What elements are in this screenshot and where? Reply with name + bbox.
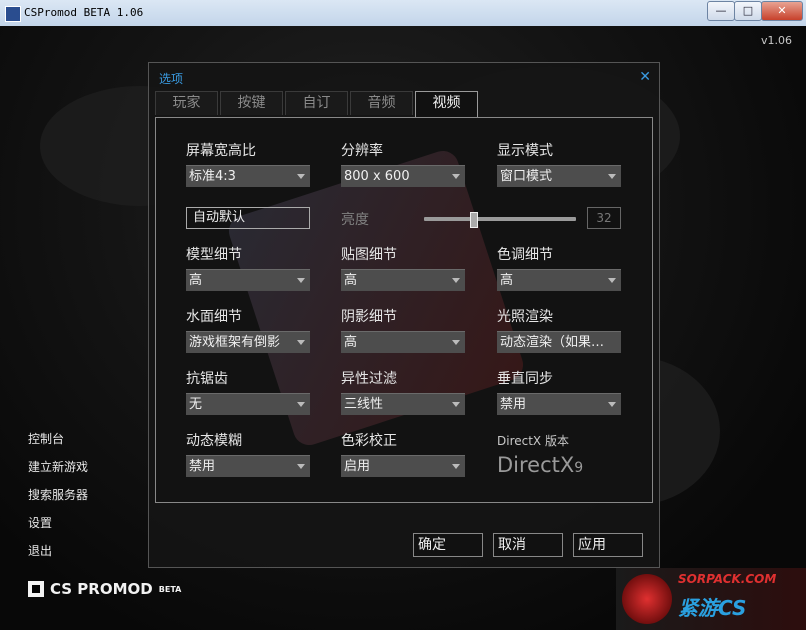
app-icon bbox=[5, 6, 21, 22]
menu-quit[interactable]: 退出 bbox=[28, 542, 88, 570]
watermark-logo-icon bbox=[622, 574, 672, 624]
shader-detail-value: 高 bbox=[500, 273, 514, 288]
cancel-button[interactable]: 取消 bbox=[493, 533, 563, 557]
watermark-text: 紧游CS bbox=[678, 596, 747, 620]
motion-blur-value: 禁用 bbox=[189, 459, 216, 474]
chevron-down-icon bbox=[297, 174, 305, 179]
chevron-down-icon bbox=[297, 340, 305, 345]
model-detail-select[interactable]: 高 bbox=[186, 269, 310, 291]
resolution-value: 800 x 600 bbox=[344, 169, 410, 184]
tab-custom[interactable]: 自订 bbox=[285, 91, 348, 115]
dialog-close-icon[interactable]: ✕ bbox=[639, 69, 651, 85]
vsync-select[interactable]: 禁用 bbox=[497, 393, 621, 415]
anisotropic-filter-label: 异性过滤 bbox=[341, 371, 397, 387]
anisotropic-filter-value: 三线性 bbox=[344, 397, 384, 412]
options-dialog: 选项 ✕ 玩家 按键 自订 音频 视频 屏幕宽高比 标准4:3 分辨率 800 … bbox=[148, 62, 660, 568]
antialiasing-label: 抗锯齿 bbox=[186, 371, 228, 387]
auto-default-button[interactable]: 自动默认 bbox=[186, 207, 310, 229]
shader-detail-select[interactable]: 高 bbox=[497, 269, 621, 291]
lighting-label: 光照渲染 bbox=[497, 309, 553, 325]
chevron-down-icon bbox=[452, 402, 460, 407]
texture-detail-label: 贴图细节 bbox=[341, 247, 397, 263]
chevron-down-icon bbox=[297, 464, 305, 469]
chevron-down-icon bbox=[452, 174, 460, 179]
vsync-label: 垂直同步 bbox=[497, 371, 553, 387]
video-settings-panel: 屏幕宽高比 标准4:3 分辨率 800 x 600 显示模式 窗口模式 自动默认… bbox=[155, 117, 653, 503]
chevron-down-icon bbox=[608, 174, 616, 179]
resolution-label: 分辨率 bbox=[341, 143, 383, 159]
display-mode-label: 显示模式 bbox=[497, 143, 553, 159]
directx-logo: DirectX9 bbox=[497, 453, 583, 477]
water-detail-label: 水面细节 bbox=[186, 309, 242, 325]
chevron-down-icon bbox=[452, 278, 460, 283]
lighting-select[interactable]: 动态渲染（如果… bbox=[497, 331, 621, 353]
brightness-slider[interactable] bbox=[424, 217, 576, 221]
aspect-ratio-value: 标准4:3 bbox=[189, 169, 236, 184]
model-detail-value: 高 bbox=[189, 273, 203, 288]
chevron-down-icon bbox=[452, 340, 460, 345]
antialiasing-value: 无 bbox=[189, 397, 203, 412]
chevron-down-icon bbox=[608, 278, 616, 283]
chevron-down-icon bbox=[608, 402, 616, 407]
cs-logo-icon bbox=[28, 581, 44, 597]
directx-logo-text: DirectX bbox=[497, 453, 575, 477]
brightness-label: 亮度 bbox=[341, 212, 369, 228]
color-correction-label: 色彩校正 bbox=[341, 433, 397, 449]
antialiasing-select[interactable]: 无 bbox=[186, 393, 310, 415]
brightness-slider-thumb[interactable] bbox=[469, 212, 478, 228]
brand-name: CS PROMOD bbox=[50, 580, 153, 598]
close-button[interactable]: ✕ bbox=[761, 1, 803, 21]
texture-detail-value: 高 bbox=[344, 273, 358, 288]
vsync-value: 禁用 bbox=[500, 397, 527, 412]
tab-audio[interactable]: 音频 bbox=[350, 91, 413, 115]
aspect-ratio-select[interactable]: 标准4:3 bbox=[186, 165, 310, 187]
texture-detail-select[interactable]: 高 bbox=[341, 269, 465, 291]
apply-button[interactable]: 应用 bbox=[573, 533, 643, 557]
motion-blur-select[interactable]: 禁用 bbox=[186, 455, 310, 477]
shadow-detail-label: 阴影细节 bbox=[341, 309, 397, 325]
resolution-select[interactable]: 800 x 600 bbox=[341, 165, 465, 187]
dialog-title: 选项 bbox=[159, 72, 184, 86]
color-correction-value: 启用 bbox=[344, 459, 371, 474]
brightness-value: 32 bbox=[587, 207, 621, 229]
chevron-down-icon bbox=[297, 402, 305, 407]
chevron-down-icon bbox=[452, 464, 460, 469]
ok-button[interactable]: 确定 bbox=[413, 533, 483, 557]
version-label: v1.06 bbox=[760, 34, 792, 47]
menu-find-servers[interactable]: 搜索服务器 bbox=[28, 486, 88, 514]
menu-create-server[interactable]: 建立新游戏 bbox=[28, 458, 88, 486]
brand-logo: CS PROMOD BETA bbox=[28, 580, 181, 598]
anisotropic-filter-select[interactable]: 三线性 bbox=[341, 393, 465, 415]
directx-version-label: DirectX 版本 bbox=[497, 434, 569, 448]
menu-console[interactable]: 控制台 bbox=[28, 430, 88, 458]
shader-detail-label: 色调细节 bbox=[497, 247, 553, 263]
shadow-detail-select[interactable]: 高 bbox=[341, 331, 465, 353]
motion-blur-label: 动态模糊 bbox=[186, 433, 242, 449]
brand-tag: BETA bbox=[158, 584, 182, 594]
watermark: SORPACK.COM 紧游CS bbox=[616, 568, 806, 630]
tab-video[interactable]: 视频 bbox=[415, 91, 478, 118]
minimize-button[interactable]: — bbox=[707, 1, 735, 21]
tab-player[interactable]: 玩家 bbox=[155, 91, 218, 115]
window-title: CSPromod BETA 1.06 bbox=[24, 6, 144, 19]
shadow-detail-value: 高 bbox=[344, 335, 358, 350]
tab-bar: 玩家 按键 自订 音频 视频 bbox=[155, 91, 480, 118]
chevron-down-icon bbox=[297, 278, 305, 283]
lighting-value: 动态渲染（如果… bbox=[500, 335, 605, 350]
aspect-ratio-label: 屏幕宽高比 bbox=[186, 143, 256, 159]
title-bar: CSPromod BETA 1.06 — □ ✕ bbox=[0, 0, 806, 27]
water-detail-value: 游戏框架有倒影 bbox=[189, 335, 281, 350]
model-detail-label: 模型细节 bbox=[186, 247, 242, 263]
main-menu: 控制台 建立新游戏 搜索服务器 设置 退出 bbox=[28, 430, 88, 570]
display-mode-value: 窗口模式 bbox=[500, 169, 553, 184]
watermark-site: SORPACK.COM bbox=[678, 572, 777, 586]
color-correction-select[interactable]: 启用 bbox=[341, 455, 465, 477]
water-detail-select[interactable]: 游戏框架有倒影 bbox=[186, 331, 310, 353]
tab-keyboard[interactable]: 按键 bbox=[220, 91, 283, 115]
directx-version-number: 9 bbox=[574, 460, 584, 476]
menu-options[interactable]: 设置 bbox=[28, 514, 88, 542]
display-mode-select[interactable]: 窗口模式 bbox=[497, 165, 621, 187]
maximize-button[interactable]: □ bbox=[734, 1, 762, 21]
